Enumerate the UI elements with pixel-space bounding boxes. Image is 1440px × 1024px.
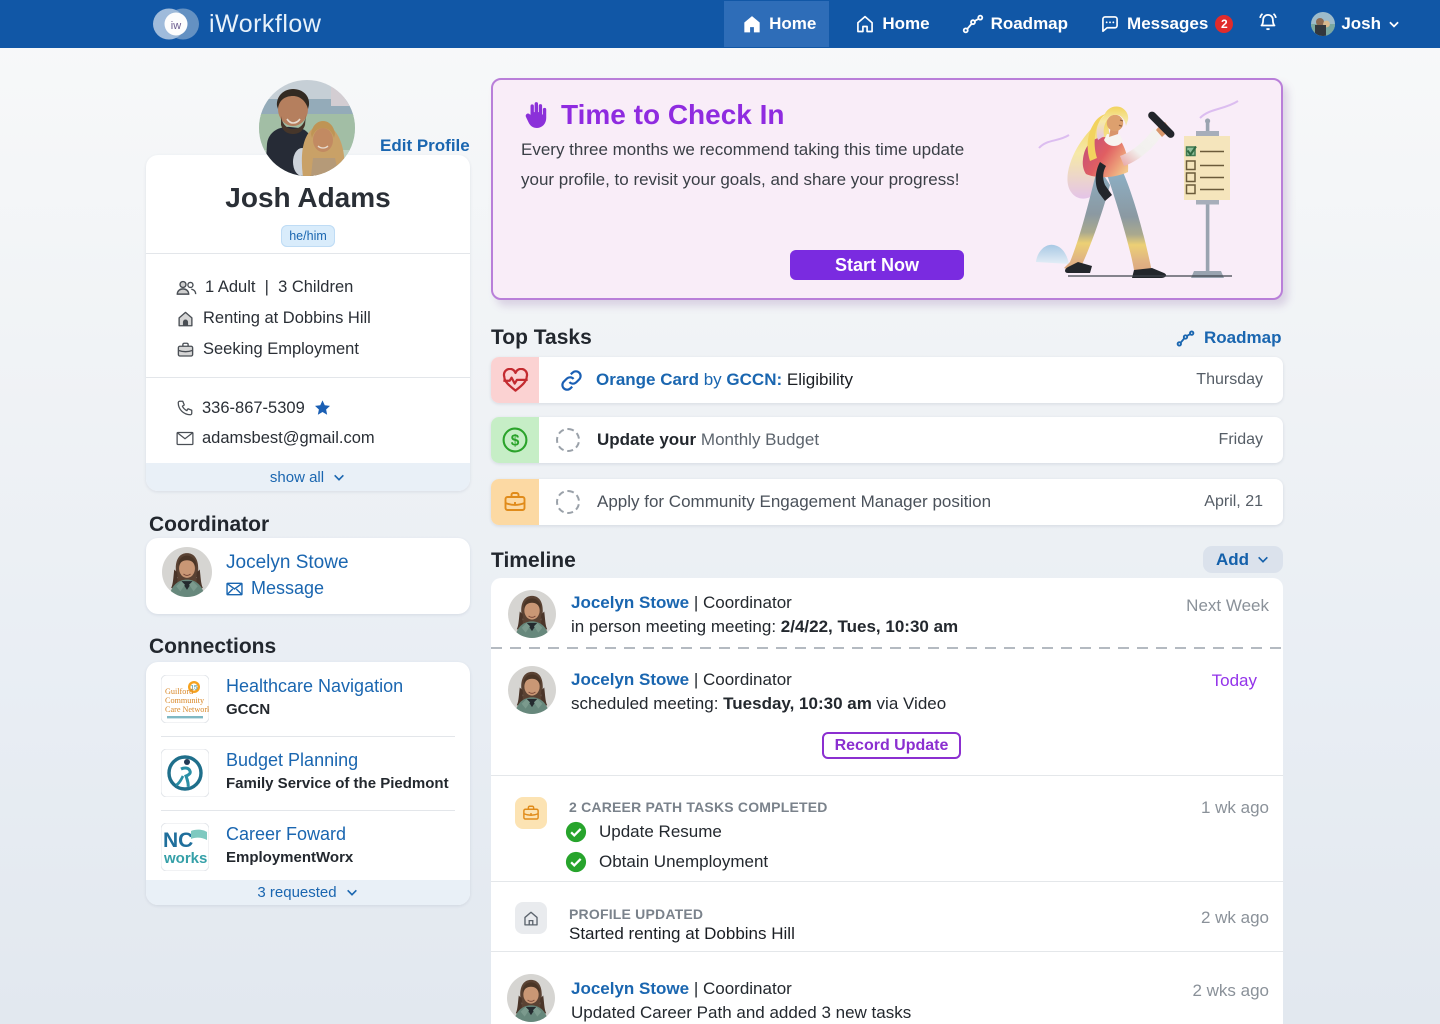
svg-text:$: $ <box>511 433 520 450</box>
svg-text:Guilford: Guilford <box>165 687 193 696</box>
svg-text:Care Network: Care Network <box>165 705 209 714</box>
svg-text:works: works <box>163 850 207 867</box>
svg-text:Community: Community <box>165 696 205 705</box>
svg-text:iw: iw <box>171 20 181 32</box>
svg-text:NC: NC <box>163 829 193 852</box>
